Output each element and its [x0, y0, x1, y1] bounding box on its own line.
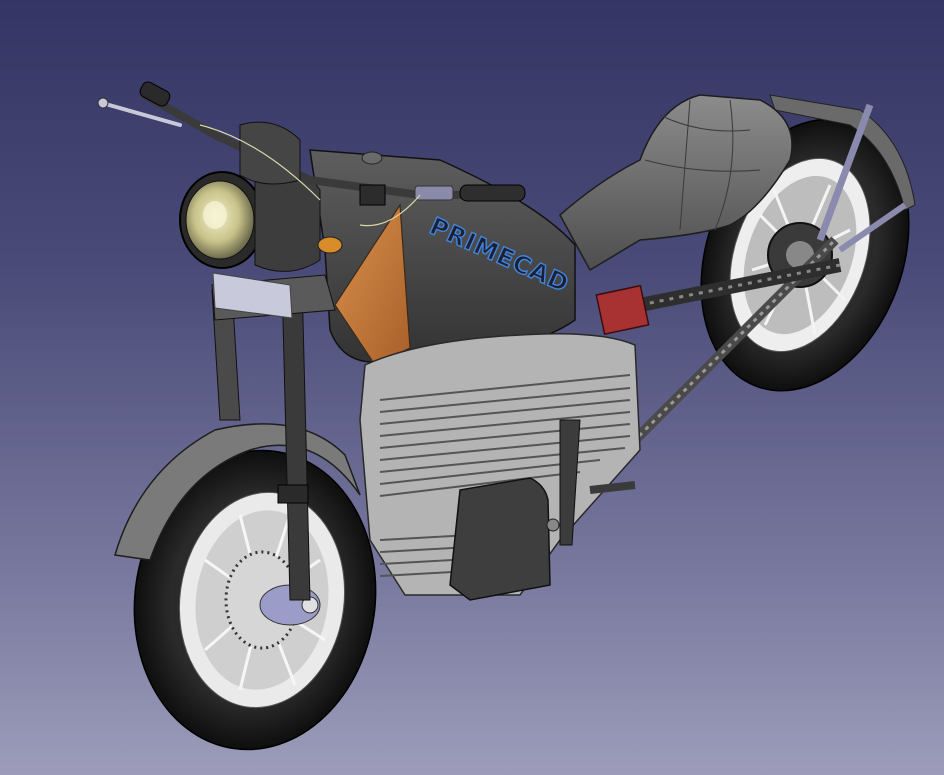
battery-box	[595, 284, 650, 336]
headlight	[179, 169, 321, 272]
engine-block	[359, 333, 641, 601]
turn-signal	[317, 236, 343, 254]
3d-viewport[interactable]: PRIMECAD	[0, 0, 944, 775]
motorcycle-model[interactable]: PRIMECAD	[0, 0, 944, 775]
